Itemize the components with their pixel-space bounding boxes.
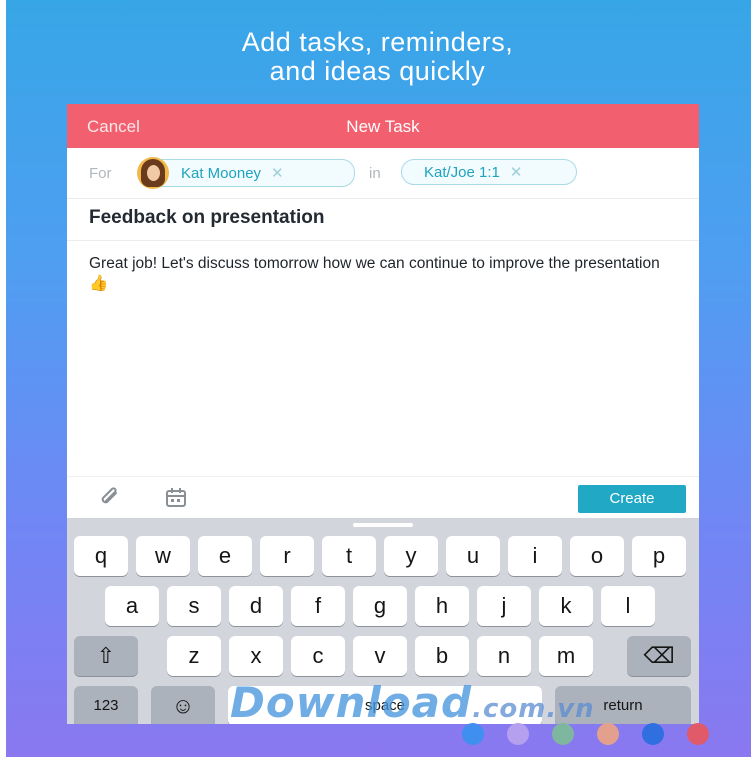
page-dot[interactable] bbox=[687, 723, 709, 745]
headline-line-1: Add tasks, reminders, bbox=[241, 27, 514, 57]
key-o[interactable]: o bbox=[570, 536, 624, 576]
compose-toolbar: Create bbox=[67, 476, 699, 519]
key-n[interactable]: n bbox=[477, 636, 531, 676]
key-u[interactable]: u bbox=[446, 536, 500, 576]
key-l[interactable]: l bbox=[601, 586, 655, 626]
page-dot[interactable] bbox=[462, 723, 484, 745]
key-g[interactable]: g bbox=[353, 586, 407, 626]
calendar-icon[interactable] bbox=[163, 485, 189, 511]
key-x[interactable]: x bbox=[229, 636, 283, 676]
key-k[interactable]: k bbox=[539, 586, 593, 626]
on-screen-keyboard: q w e r t y u i o p a s d f g h j k l ⇧ z x c v b n m ⌫ 123 ☺ space ret… bbox=[67, 518, 699, 724]
paperclip-icon[interactable] bbox=[97, 485, 123, 511]
for-label: For bbox=[89, 165, 112, 182]
backspace-key[interactable]: ⌫ bbox=[627, 636, 691, 676]
emoji-key[interactable]: ☺ bbox=[151, 686, 215, 724]
task-description-field[interactable]: Great job! Let's discuss tomorrow how we… bbox=[89, 254, 679, 294]
header-bar: Cancel New Task bbox=[67, 104, 699, 148]
keyboard-grabber[interactable] bbox=[353, 523, 413, 527]
key-b[interactable]: b bbox=[415, 636, 469, 676]
page-dot[interactable] bbox=[597, 723, 619, 745]
page-dot[interactable] bbox=[642, 723, 664, 745]
return-key[interactable]: return bbox=[555, 686, 691, 724]
page-dot[interactable] bbox=[552, 723, 574, 745]
project-chip[interactable]: Kat/Joe 1:1 ✕ bbox=[401, 159, 577, 185]
remove-assignee-icon[interactable]: ✕ bbox=[271, 164, 284, 182]
assignee-name: Kat Mooney bbox=[181, 164, 262, 182]
space-key[interactable]: space bbox=[228, 686, 542, 724]
key-z[interactable]: z bbox=[167, 636, 221, 676]
key-s[interactable]: s bbox=[167, 586, 221, 626]
key-j[interactable]: j bbox=[477, 586, 531, 626]
key-h[interactable]: h bbox=[415, 586, 469, 626]
key-m[interactable]: m bbox=[539, 636, 593, 676]
avatar bbox=[137, 157, 169, 189]
task-name-field[interactable]: Feedback on presentation bbox=[89, 207, 324, 229]
project-name: Kat/Joe 1:1 bbox=[424, 163, 500, 181]
key-p[interactable]: p bbox=[632, 536, 686, 576]
screen-title: New Task bbox=[346, 117, 420, 136]
key-i[interactable]: i bbox=[508, 536, 562, 576]
key-c[interactable]: c bbox=[291, 636, 345, 676]
assignment-row: For Kat Mooney ✕ in Kat/Joe 1:1 ✕ bbox=[67, 148, 699, 199]
assignee-chip[interactable]: Kat Mooney ✕ bbox=[137, 157, 355, 189]
numbers-key[interactable]: 123 bbox=[74, 686, 138, 724]
description-text: Great job! Let's discuss tomorrow how we… bbox=[89, 255, 660, 272]
headline: Add tasks, reminders, and ideas quickly bbox=[0, 28, 755, 86]
key-q[interactable]: q bbox=[74, 536, 128, 576]
shift-key[interactable]: ⇧ bbox=[74, 636, 138, 676]
key-v[interactable]: v bbox=[353, 636, 407, 676]
key-d[interactable]: d bbox=[229, 586, 283, 626]
key-t[interactable]: t bbox=[322, 536, 376, 576]
page-dot[interactable] bbox=[507, 723, 529, 745]
headline-line-2: and ideas quickly bbox=[269, 56, 486, 86]
key-r[interactable]: r bbox=[260, 536, 314, 576]
divider bbox=[67, 240, 699, 241]
remove-project-icon[interactable]: ✕ bbox=[510, 163, 523, 181]
thumbs-up-emoji: 👍 bbox=[89, 275, 109, 292]
key-f[interactable]: f bbox=[291, 586, 345, 626]
key-a[interactable]: a bbox=[105, 586, 159, 626]
key-e[interactable]: e bbox=[198, 536, 252, 576]
key-y[interactable]: y bbox=[384, 536, 438, 576]
new-task-card: Cancel New Task For Kat Mooney ✕ in Kat/… bbox=[67, 104, 699, 724]
create-button[interactable]: Create bbox=[578, 485, 686, 513]
key-w[interactable]: w bbox=[136, 536, 190, 576]
in-label: in bbox=[369, 165, 381, 182]
